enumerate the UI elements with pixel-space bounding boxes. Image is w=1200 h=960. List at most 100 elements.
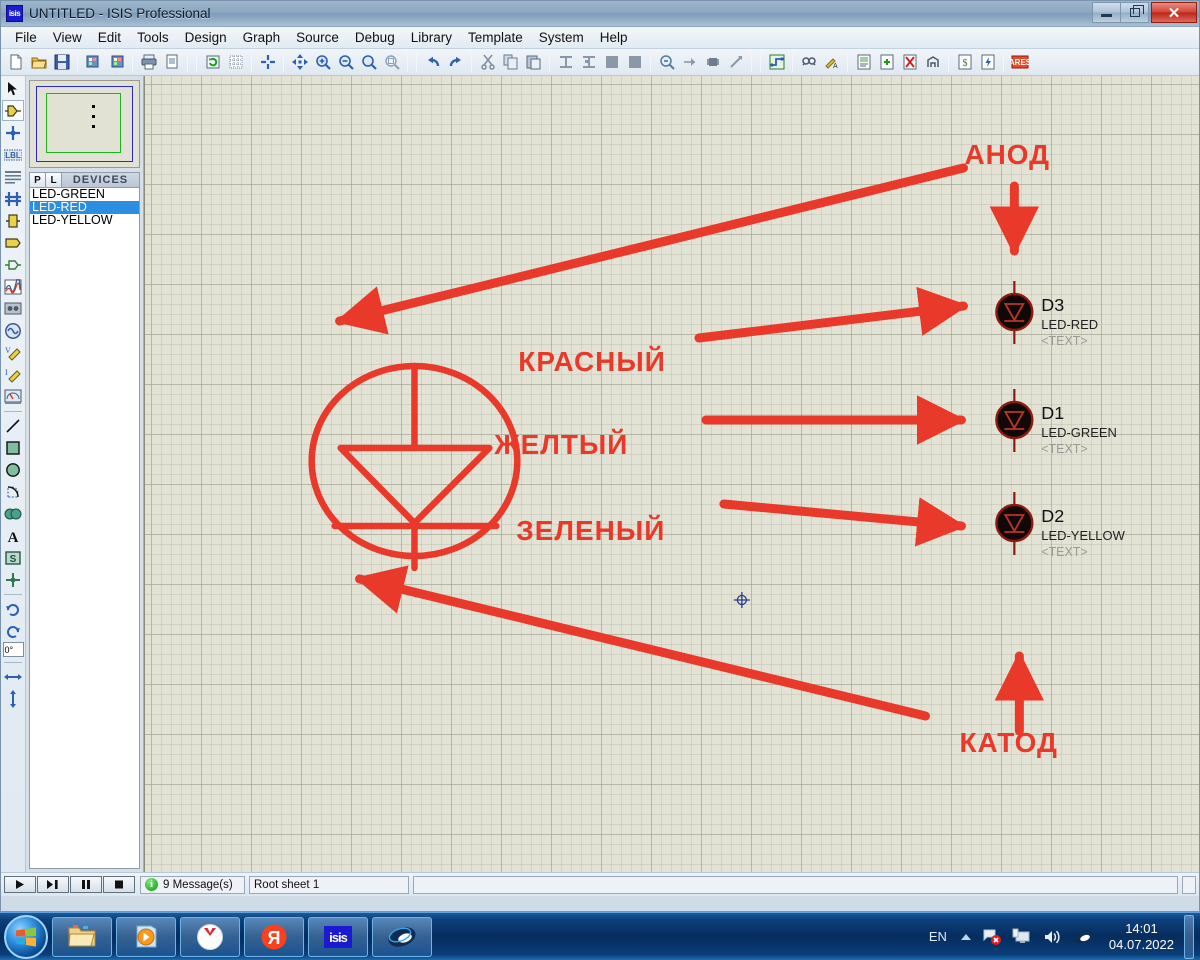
mirror-vertical-icon[interactable]	[2, 688, 24, 709]
tape-recorder-mode-icon[interactable]	[2, 298, 24, 319]
maximize-button[interactable]	[1120, 2, 1149, 23]
import-section-icon[interactable]	[83, 52, 104, 73]
device-pins-mode-icon[interactable]	[2, 254, 24, 275]
graph-mode-icon[interactable]	[2, 276, 24, 297]
menu-help[interactable]: Help	[592, 28, 636, 47]
component-d2[interactable]: D2 LED-YELLOW <TEXT>	[995, 492, 1126, 559]
new-sheet-icon[interactable]	[876, 52, 897, 73]
component-mode-icon[interactable]	[2, 100, 24, 121]
virtual-instrument-mode-icon[interactable]	[2, 386, 24, 407]
selection-mode-icon[interactable]	[2, 78, 24, 99]
undo-icon[interactable]	[422, 52, 443, 73]
netlist-ares-icon[interactable]: ARES	[1009, 52, 1030, 73]
message-count-pane[interactable]: i 9 Message(s)	[140, 875, 245, 894]
yandex-browser-icon[interactable]	[180, 916, 240, 957]
menu-view[interactable]: View	[45, 28, 90, 47]
volume-icon[interactable]	[1042, 928, 1062, 946]
toggle-grid-icon[interactable]	[225, 52, 246, 73]
ares-proteus-icon[interactable]	[372, 916, 432, 957]
file-explorer-icon[interactable]	[52, 916, 112, 957]
menu-system[interactable]: System	[531, 28, 592, 47]
windows-start-orb-icon[interactable]	[4, 914, 48, 959]
zoom-sheet-icon[interactable]	[381, 52, 402, 73]
pick-from-libraries-button[interactable]: P	[30, 173, 46, 187]
print-area-icon[interactable]	[161, 52, 182, 73]
zoom-out-icon[interactable]	[335, 52, 356, 73]
property-assign-icon[interactable]: A	[821, 52, 842, 73]
menu-graph[interactable]: Graph	[235, 28, 289, 47]
exit-sheet-icon[interactable]	[922, 52, 943, 73]
open-file-icon[interactable]	[28, 52, 49, 73]
network-error-icon[interactable]	[982, 928, 1002, 946]
block-rotate-icon[interactable]	[601, 52, 622, 73]
stop-button[interactable]	[103, 876, 135, 893]
remove-sheet-icon[interactable]	[899, 52, 920, 73]
library-manager-button[interactable]: L	[46, 173, 62, 187]
step-button[interactable]	[37, 876, 69, 893]
show-hidden-icons-chevron[interactable]	[960, 933, 972, 941]
component-d1[interactable]: D1 LED-GREEN <TEXT>	[995, 389, 1117, 456]
play-button[interactable]	[4, 876, 36, 893]
close-button[interactable]: ✕	[1151, 2, 1197, 23]
rotate-anticlockwise-icon[interactable]	[2, 620, 24, 641]
packaging-tool-icon[interactable]	[702, 52, 723, 73]
buses-mode-icon[interactable]	[2, 188, 24, 209]
isis-proteus-icon[interactable]: isis	[308, 916, 368, 957]
pick-device-icon[interactable]	[656, 52, 677, 73]
schematic-canvas[interactable]: D3 LED-RED <TEXT> D1 LED-GREEN <TEXT> D2…	[144, 76, 1199, 872]
refresh-icon[interactable]	[202, 52, 223, 73]
marker-tool-icon[interactable]	[2, 569, 24, 590]
menu-library[interactable]: Library	[403, 28, 460, 47]
generator-mode-icon[interactable]	[2, 320, 24, 341]
box-tool-icon[interactable]	[2, 437, 24, 458]
menu-edit[interactable]: Edit	[90, 28, 129, 47]
design-explorer-icon[interactable]	[853, 52, 874, 73]
path-tool-icon[interactable]	[2, 503, 24, 524]
block-move-icon[interactable]	[578, 52, 599, 73]
menu-design[interactable]: Design	[177, 28, 235, 47]
menu-template[interactable]: Template	[460, 28, 531, 47]
line-tool-icon[interactable]	[2, 415, 24, 436]
search-tag-icon[interactable]	[798, 52, 819, 73]
subcircuit-mode-icon[interactable]	[2, 210, 24, 231]
block-delete-icon[interactable]	[624, 52, 645, 73]
pan-icon[interactable]	[289, 52, 310, 73]
taskbar-clock[interactable]: 14:01 04.07.2022	[1109, 921, 1174, 953]
device-item-led-yellow[interactable]: LED-YELLOW	[30, 214, 139, 227]
menu-tools[interactable]: Tools	[129, 28, 177, 47]
electrical-rules-icon[interactable]	[977, 52, 998, 73]
circle-tool-icon[interactable]	[2, 459, 24, 480]
rotation-value-field[interactable]: 0 °	[2, 642, 24, 657]
junction-dot-mode-icon[interactable]	[2, 122, 24, 143]
wire-autorouter-icon[interactable]	[766, 52, 787, 73]
cut-icon[interactable]	[477, 52, 498, 73]
show-desktop-button[interactable]	[1184, 914, 1194, 959]
component-d3[interactable]: D3 LED-RED <TEXT>	[995, 281, 1098, 348]
save-file-icon[interactable]	[51, 52, 72, 73]
new-file-icon[interactable]	[5, 52, 26, 73]
overview-pane[interactable]	[29, 80, 140, 168]
action-center-icon[interactable]	[1012, 928, 1032, 946]
arc-tool-icon[interactable]	[2, 481, 24, 502]
zoom-in-icon[interactable]	[312, 52, 333, 73]
mirror-horizontal-icon[interactable]	[2, 666, 24, 687]
yandex-icon[interactable]: Я	[244, 916, 304, 957]
wire-label-mode-icon[interactable]: LBL	[2, 144, 24, 165]
redo-icon[interactable]	[445, 52, 466, 73]
voltage-probe-mode-icon[interactable]: V	[2, 342, 24, 363]
copy-icon[interactable]	[500, 52, 521, 73]
rotate-clockwise-icon[interactable]	[2, 598, 24, 619]
menu-source[interactable]: Source	[288, 28, 347, 47]
export-section-icon[interactable]	[106, 52, 127, 73]
media-player-icon[interactable]	[116, 916, 176, 957]
origin-icon[interactable]	[257, 52, 278, 73]
devices-list[interactable]: LED-GREEN LED-RED LED-YELLOW	[29, 188, 140, 869]
current-probe-mode-icon[interactable]: I	[2, 364, 24, 385]
paste-icon[interactable]	[523, 52, 544, 73]
ares-tray-icon[interactable]	[1072, 929, 1094, 945]
make-device-icon[interactable]	[679, 52, 700, 73]
menu-debug[interactable]: Debug	[347, 28, 403, 47]
symbol-tool-icon[interactable]: S	[2, 547, 24, 568]
block-copy-icon[interactable]	[555, 52, 576, 73]
language-indicator[interactable]: EN	[929, 929, 947, 944]
